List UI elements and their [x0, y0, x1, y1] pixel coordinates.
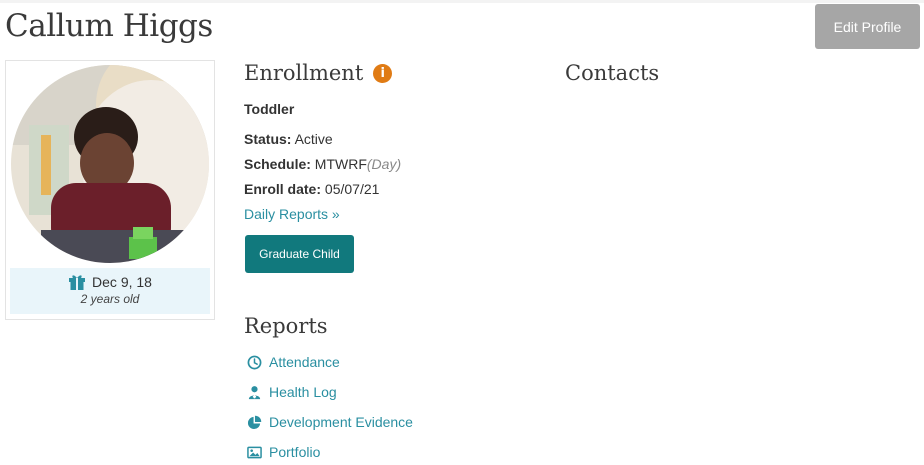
graduate-child-button[interactable]: Graduate Child [245, 235, 354, 273]
report-link-development-evidence[interactable]: Development Evidence [247, 414, 413, 430]
child-age: 2 years old [80, 292, 140, 306]
enroll-date-value: 05/07/21 [324, 181, 380, 197]
top-divider [0, 0, 924, 3]
user-medical-icon [248, 385, 261, 399]
contacts-title: Contacts [565, 61, 660, 85]
enrollment-title: Enrollment [244, 61, 364, 85]
report-link-attendance[interactable]: Attendance [247, 354, 340, 370]
status-row: Status: Active [244, 131, 333, 147]
edit-profile-button[interactable]: Edit Profile [815, 4, 920, 49]
report-link-health-log[interactable]: Health Log [247, 384, 337, 400]
enroll-date-label: Enroll date: [244, 181, 322, 197]
enroll-date-row: Enroll date: 05/07/21 [244, 181, 379, 197]
status-label: Status: [244, 131, 292, 147]
child-photo [11, 65, 209, 263]
schedule-value: MTWRF [314, 156, 367, 172]
enrollment-heading: Enrollment i [244, 61, 393, 85]
profile-card: Dec 9, 18 2 years old [5, 60, 215, 320]
status-value: Active [294, 131, 333, 147]
report-label: Health Log [269, 384, 337, 400]
reports-title: Reports [244, 314, 328, 338]
schedule-label: Schedule: [244, 156, 311, 172]
clock-icon [247, 355, 262, 369]
birthday-line: Dec 9, 18 [10, 274, 210, 290]
report-label: Attendance [269, 354, 340, 370]
room-name: Toddler [244, 101, 295, 117]
report-label: Portfolio [269, 444, 321, 460]
info-icon[interactable]: i [373, 63, 393, 83]
child-name: Callum Higgs [5, 8, 213, 44]
pie-chart-icon [247, 415, 262, 429]
gift-icon [69, 275, 86, 290]
report-link-portfolio[interactable]: Portfolio [247, 444, 320, 460]
schedule-note: (Day) [366, 156, 402, 172]
birthday-panel: Dec 9, 18 2 years old [10, 268, 210, 314]
schedule-row: Schedule: MTWRF(Day) [244, 156, 401, 172]
daily-reports-link[interactable]: Daily Reports » [244, 206, 340, 222]
birth-date: Dec 9, 18 [92, 274, 152, 290]
report-label: Development Evidence [269, 414, 413, 430]
image-icon [247, 446, 262, 458]
